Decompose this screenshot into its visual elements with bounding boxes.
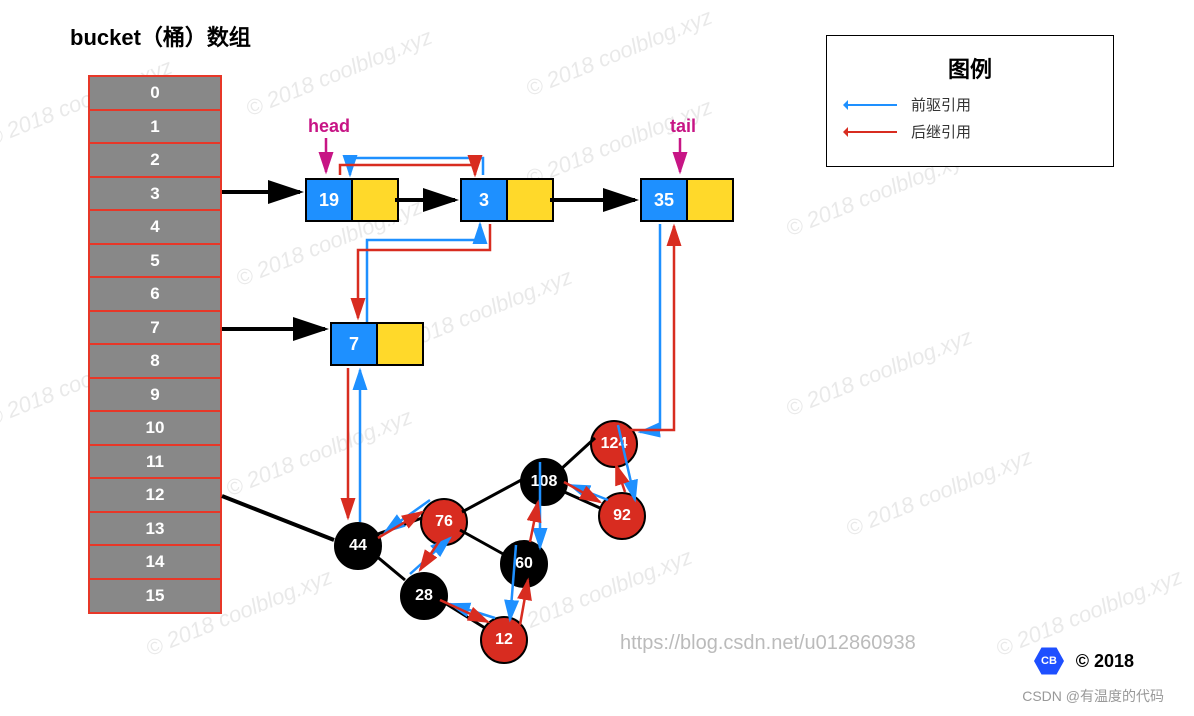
bucket-cell: 5	[88, 243, 222, 279]
watermark: © 2018 coolblog.xyz	[782, 324, 976, 422]
list-node-19: 19	[305, 178, 399, 222]
bucket-cell: 7	[88, 310, 222, 346]
bucket-cell: 13	[88, 511, 222, 547]
legend-label-prev: 前驱引用	[911, 94, 971, 115]
watermark: © 2018 coolblog.xyz	[242, 24, 436, 122]
tail-label: tail	[670, 116, 696, 137]
copyright-year: © 2018	[1076, 651, 1134, 672]
tree-node-108: 108	[520, 458, 568, 506]
tree-node-76: 76	[420, 498, 468, 546]
arrow-prev-icon	[845, 104, 897, 106]
bucket-cell: 2	[88, 142, 222, 178]
bucket-cell: 4	[88, 209, 222, 245]
list-node-value: 35	[642, 180, 686, 220]
bucket-cell: 11	[88, 444, 222, 480]
bucket-cell: 8	[88, 343, 222, 379]
bucket-cell: 1	[88, 109, 222, 145]
tree-node-124: 124	[590, 420, 638, 468]
list-node-value: 19	[307, 180, 351, 220]
list-node-next-ptr	[686, 180, 732, 220]
list-node-value: 3	[462, 180, 506, 220]
coolblog-logo-icon: CB	[1034, 646, 1064, 676]
legend-item-next: 后继引用	[845, 121, 1095, 142]
bucket-cell: 0	[88, 75, 222, 111]
diagram-canvas: © 2018 coolblog.xyz © 2018 coolblog.xyz …	[0, 0, 1194, 716]
list-node-value: 7	[332, 324, 376, 364]
watermark: © 2018 coolblog.xyz	[842, 444, 1036, 542]
list-node-3: 3	[460, 178, 554, 222]
watermark: © 2018 coolblog.xyz	[522, 4, 716, 102]
csdn-url-watermark: https://blog.csdn.net/u012860938	[620, 632, 916, 655]
bucket-cell: 10	[88, 410, 222, 446]
list-node-35: 35	[640, 178, 734, 222]
legend-box: 图例 前驱引用 后继引用	[826, 35, 1114, 167]
bucket-cell: 12	[88, 477, 222, 513]
watermark: © 2018 coolblog.xyz	[992, 564, 1186, 662]
tree-node-60: 60	[500, 540, 548, 588]
list-node-next-ptr	[506, 180, 552, 220]
list-node-next-ptr	[376, 324, 422, 364]
tree-node-44: 44	[334, 522, 382, 570]
csdn-credit: CSDN @有温度的代码	[1022, 686, 1164, 706]
bucket-cell: 14	[88, 544, 222, 580]
bucket-cell: 3	[88, 176, 222, 212]
tree-node-28: 28	[400, 572, 448, 620]
bucket-cell: 6	[88, 276, 222, 312]
head-label: head	[308, 116, 350, 137]
legend-title: 图例	[845, 52, 1095, 84]
arrow-next-icon	[845, 131, 897, 133]
legend-item-prev: 前驱引用	[845, 94, 1095, 115]
diagram-title: bucket（桶）数组	[70, 20, 251, 52]
watermark: © 2018 coolblog.xyz	[222, 404, 416, 502]
list-node-7: 7	[330, 322, 424, 366]
bucket-cell: 15	[88, 578, 222, 614]
bucket-cell: 9	[88, 377, 222, 413]
legend-label-next: 后继引用	[911, 121, 971, 142]
tree-node-12: 12	[480, 616, 528, 664]
bucket-array: 0 1 2 3 4 5 6 7 8 9 10 11 12 13 14 15	[88, 75, 222, 614]
list-node-next-ptr	[351, 180, 397, 220]
tree-node-92: 92	[598, 492, 646, 540]
